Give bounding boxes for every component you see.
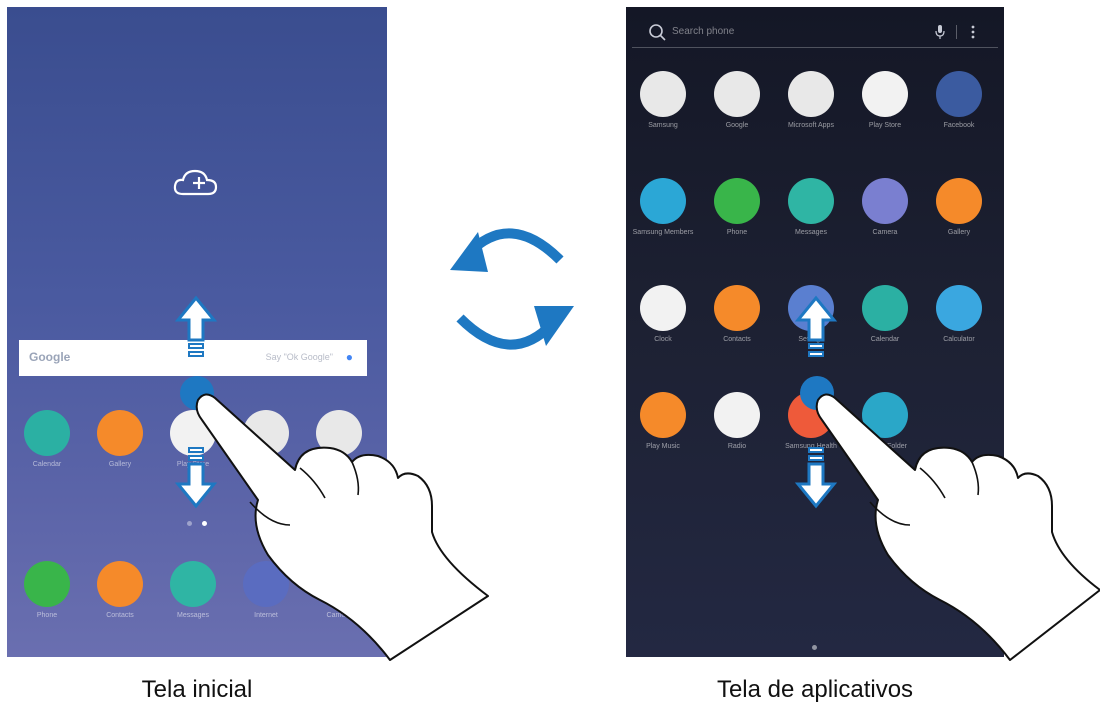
hand-illustration: [195, 393, 489, 661]
swipe-down-arrow: [174, 447, 218, 509]
swipe-up-arrow: [174, 295, 218, 357]
gesture-overlay: [174, 228, 1100, 661]
switch-arrows-icon: [450, 228, 574, 350]
hand-illustration-apps: [815, 393, 1100, 661]
caption-home-screen: Tela inicial: [141, 676, 253, 703]
swipe-up-arrow-apps: [794, 295, 838, 357]
caption-apps-screen: Tela de aplicativos: [716, 676, 914, 703]
swipe-down-arrow-apps: [794, 447, 838, 509]
